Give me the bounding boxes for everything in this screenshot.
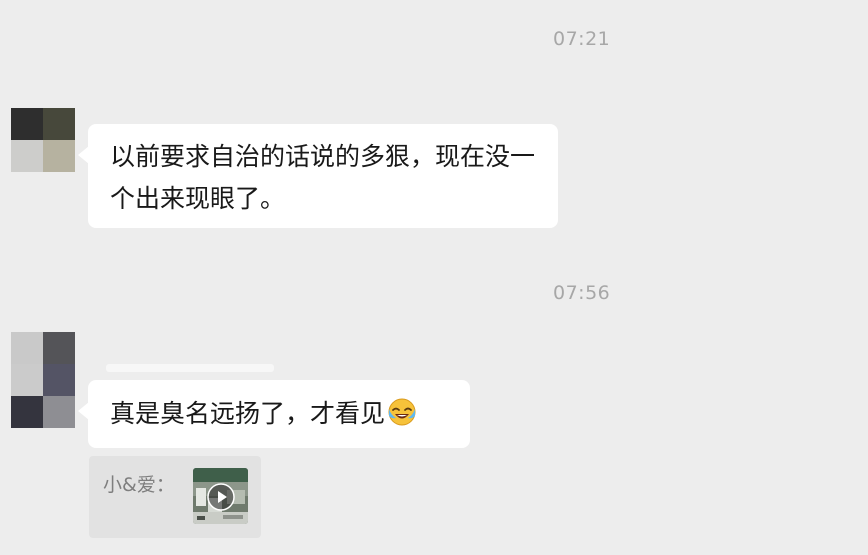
quoted-message[interactable]: 小&爱：	[89, 456, 261, 538]
avatar[interactable]	[11, 332, 75, 428]
quote-sender: 小&爱：	[103, 474, 175, 496]
message-bubble[interactable]: 以前要求自治的话说的多狠，现在没一个出来现眼了。	[78, 124, 558, 228]
grinning-tears-emoji-icon	[387, 397, 417, 427]
message-bubble[interactable]: 真是臭名远扬了，才看见	[78, 380, 470, 448]
timestamp: 07:56	[553, 282, 611, 304]
sender-nickname-redacted	[106, 364, 274, 372]
timestamp: 07:21	[553, 28, 611, 50]
avatar[interactable]	[11, 108, 75, 172]
video-thumbnail[interactable]	[193, 468, 248, 524]
message-text: 以前要求自治的话说的多狠，现在没一个出来现眼了。	[110, 142, 536, 213]
play-icon[interactable]	[206, 482, 236, 512]
message-text: 真是臭名远扬了，才看见	[110, 399, 386, 428]
